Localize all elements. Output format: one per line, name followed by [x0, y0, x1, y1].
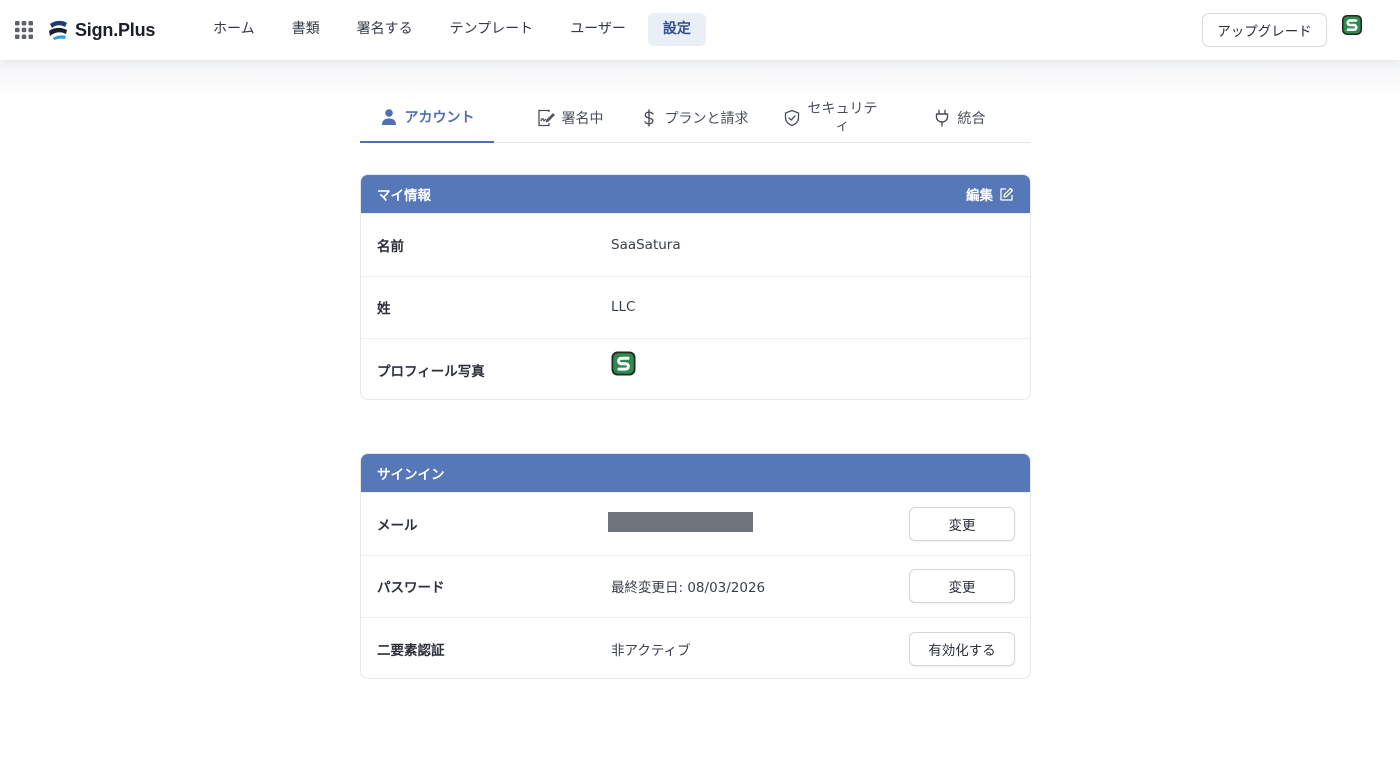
password-row: パスワード 最終変更日: 08/03/2026 変更	[361, 554, 1030, 618]
main-nav: ホーム 書類 署名する テンプレート ユーザー 設定	[198, 13, 713, 46]
nav-item-settings[interactable]: 設定	[647, 13, 706, 46]
tab-label-line: ィ	[835, 117, 850, 134]
first-name-value: SaaSatura	[611, 236, 681, 253]
change-email-button[interactable]: 変更	[909, 506, 1015, 541]
signature-icon	[537, 109, 555, 126]
signin-header: サインイン	[361, 454, 1030, 492]
my-info-header: マイ情報 編集	[361, 175, 1030, 213]
tab-label: アカウント	[404, 109, 475, 126]
row-label: 名前	[377, 238, 404, 255]
two-factor-row: 二要素認証 非アクティブ 有効化する	[361, 617, 1030, 678]
plug-icon	[935, 109, 948, 127]
enable-two-factor-button[interactable]: 有効化する	[909, 631, 1015, 666]
two-factor-status: 非アクティブ	[611, 642, 691, 659]
my-info-card: マイ情報 編集 名前 SaaSatura 姓 LLC プロフィール写真	[360, 174, 1031, 400]
sign-plus-logo[interactable]: Sign.Plus	[47, 17, 155, 43]
change-password-button[interactable]: 変更	[909, 569, 1015, 604]
tab-label: セキュリテ ィ	[808, 101, 878, 135]
email-row: メール 変更	[361, 492, 1030, 555]
nav-item-users[interactable]: ユーザー	[555, 13, 641, 46]
row-label: 姓	[377, 301, 391, 318]
tab-label: 統合	[957, 110, 986, 127]
nav-item-templates[interactable]: テンプレート	[435, 13, 549, 46]
row-label: 二要素認証	[377, 642, 445, 659]
nav-item-home[interactable]: ホーム	[198, 13, 270, 46]
user-icon	[381, 108, 396, 125]
row-label: パスワード	[377, 580, 445, 597]
first-name-row: 名前 SaaSatura	[361, 213, 1030, 276]
row-label: プロフィール写真	[377, 363, 485, 380]
top-bar: Sign.Plus ホーム 書類 署名する テンプレート ユーザー 設定 アップ…	[0, 0, 1400, 60]
card-title: サインイン	[377, 467, 445, 483]
email-redacted	[608, 512, 753, 532]
tab-signing[interactable]: 署名中	[510, 92, 630, 143]
tab-account[interactable]: アカウント	[360, 92, 494, 143]
upgrade-button[interactable]: アップグレード	[1202, 13, 1327, 47]
logo-mark-icon	[49, 20, 67, 40]
tab-integrations[interactable]: 統合	[924, 92, 994, 143]
tab-label: プランと請求	[664, 110, 749, 127]
dollar-icon	[643, 108, 654, 127]
last-name-value: LLC	[611, 299, 636, 316]
row-label: メール	[377, 517, 418, 534]
tab-label: 署名中	[561, 110, 604, 127]
profile-photo[interactable]	[611, 351, 636, 376]
card-title: マイ情報	[377, 188, 431, 204]
logo-text: Sign.Plus	[75, 19, 156, 40]
last-name-row: 姓 LLC	[361, 275, 1030, 339]
nav-item-sign[interactable]: 署名する	[342, 13, 428, 46]
nav-item-documents[interactable]: 書類	[277, 13, 335, 46]
password-last-changed: 最終変更日: 08/03/2026	[611, 580, 766, 597]
edit-label: 編集	[966, 188, 993, 204]
grid-apps-icon[interactable]	[15, 21, 33, 39]
user-avatar[interactable]	[1341, 14, 1363, 36]
settings-tabs: アカウント 署名中 プランと請求 セキュリテ ィ 統合	[360, 92, 1031, 143]
tab-label-line: セキュリテ	[807, 100, 878, 117]
edit-icon	[1000, 187, 1014, 201]
tab-plans-billing[interactable]: プランと請求	[636, 92, 752, 143]
profile-photo-row: プロフィール写真	[361, 338, 1030, 399]
signin-card: サインイン メール 変更 パスワード 最終変更日: 08/03/2026 変更 …	[360, 453, 1031, 679]
tab-security[interactable]: セキュリテ ィ	[774, 92, 886, 143]
edit-button[interactable]: 編集	[966, 184, 1014, 204]
shield-check-icon	[784, 109, 799, 126]
